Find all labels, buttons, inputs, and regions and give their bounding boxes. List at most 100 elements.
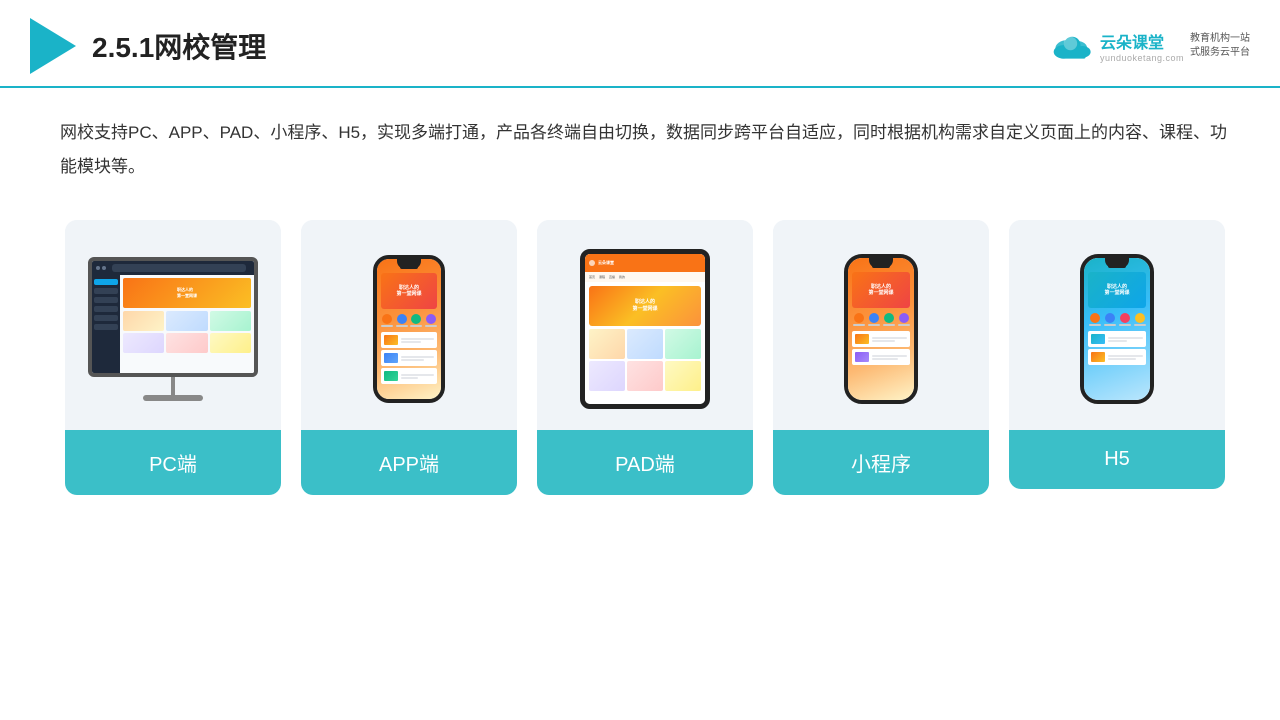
pc-sidebar-item <box>94 288 118 294</box>
phone-icon-label <box>410 325 422 327</box>
phone-icon-circle <box>397 314 407 324</box>
phone-icon-item <box>1118 313 1131 326</box>
phone-course-line <box>401 377 418 379</box>
description-text: 网校支持PC、APP、PAD、小程序、H5，实现多端打通，产品各终端自由切换，数… <box>60 116 1230 184</box>
phone-course-info <box>872 355 907 360</box>
phone-course-thumb <box>855 352 869 362</box>
pc-grid-item <box>166 311 207 331</box>
pc-dot-1 <box>96 266 100 270</box>
phone-icon-item <box>396 314 409 327</box>
tablet-banner-text: 职达人的第一堂网课 <box>632 299 657 313</box>
pc-device: 职达人的第一堂网课 <box>88 257 258 401</box>
phone-icon-label <box>1119 324 1131 326</box>
phone-banner: 职达人的第一堂网课 <box>852 272 910 308</box>
page-title: 2.5.1网校管理 <box>92 26 266 66</box>
phone-course-thumb <box>1091 334 1105 344</box>
phone-course-info <box>1108 355 1143 360</box>
card-pad: 云朵课堂 首页 课程 直播 我的 职达人的第一堂网课 <box>537 220 753 495</box>
card-miniprogram-image: 职达人的第一堂网课 <box>773 220 989 430</box>
pc-stand <box>171 377 175 395</box>
phone-icon-circle <box>1090 313 1100 323</box>
phone-banner: 职达人的第一堂网课 <box>1088 272 1146 308</box>
phone-course-item <box>381 332 437 348</box>
phone-notch <box>397 259 421 269</box>
header-left: 2.5.1网校管理 <box>30 18 266 74</box>
phone-app-device: 职达人的第一堂网课 <box>373 255 445 403</box>
phone-icon-circle <box>899 313 909 323</box>
phone-banner-text: 职达人的第一堂网课 <box>868 284 893 297</box>
phone-course-line <box>401 341 421 343</box>
cloud-icon <box>1052 30 1094 62</box>
phone-icon-item <box>410 314 423 327</box>
phone-course-thumb <box>384 335 398 345</box>
phone-icon-circle <box>1105 313 1115 323</box>
card-pad-image: 云朵课堂 首页 课程 直播 我的 职达人的第一堂网课 <box>537 220 753 430</box>
pc-base <box>143 395 203 401</box>
phone-course-item <box>852 331 910 347</box>
card-pad-label: PAD端 <box>537 430 753 495</box>
tablet-course-card <box>627 329 663 359</box>
phone-icon-circle <box>426 314 436 324</box>
pc-grid-item <box>210 311 251 331</box>
phone-icon-label <box>883 324 895 326</box>
tablet-device: 云朵课堂 首页 课程 直播 我的 职达人的第一堂网课 <box>580 249 710 409</box>
phone-screen: 职达人的第一堂网课 <box>848 258 914 400</box>
brand-url: yunduoketang.com <box>1100 53 1184 63</box>
phone-icon-item <box>882 313 895 326</box>
pc-content-area: 职达人的第一堂网课 <box>120 275 254 373</box>
card-h5: 职达人的第一堂网课 <box>1009 220 1225 489</box>
phone-course-item <box>381 350 437 366</box>
card-app: 职达人的第一堂网课 <box>301 220 517 495</box>
phone-course-info <box>401 356 434 361</box>
tablet-nav-item: 课程 <box>599 275 605 279</box>
tablet-nav-item: 我的 <box>619 275 625 279</box>
card-miniprogram-label: 小程序 <box>773 430 989 495</box>
phone-icon-label <box>1089 324 1101 326</box>
pc-sidebar-item <box>94 306 118 312</box>
phone-icon-item <box>425 314 438 327</box>
phone-grid <box>381 312 437 329</box>
phone-course-line <box>401 374 434 376</box>
phone-course-item <box>1088 331 1146 347</box>
card-pc: 职达人的第一堂网课 <box>65 220 281 495</box>
phone-screen-content: 职达人的第一堂网课 <box>377 259 441 388</box>
brand-tagline: 教育机构一站式服务云平台 <box>1190 32 1250 60</box>
phone-icon-label <box>868 324 880 326</box>
pc-grid-item <box>166 333 207 353</box>
brand-name: 云朵课堂 <box>1100 29 1164 53</box>
tablet-course-card <box>665 361 701 391</box>
phone-banner-text: 职达人的第一堂网课 <box>396 285 421 298</box>
phone-icon-circle <box>1135 313 1145 323</box>
pc-addressbar <box>112 264 246 272</box>
phone-icon-item <box>1103 313 1116 326</box>
pc-sidebar <box>92 275 120 373</box>
card-h5-image: 职达人的第一堂网课 <box>1009 220 1225 430</box>
phone-course-info <box>1108 337 1143 342</box>
phone-icon-label <box>898 324 910 326</box>
phone-icon-label <box>396 325 408 327</box>
phone-course-line <box>401 338 434 340</box>
phone-course-info <box>872 337 907 342</box>
phone-grid <box>1088 311 1146 328</box>
tablet-course-card <box>589 329 625 359</box>
tablet-course-grid <box>589 329 701 391</box>
phone-course-line <box>872 358 898 360</box>
phone-course-thumb <box>384 371 398 381</box>
phone-icon-item <box>867 313 880 326</box>
pc-banner-text: 职达人的第一堂网课 <box>177 287 197 299</box>
phone-course-thumb <box>1091 352 1105 362</box>
phone-grid <box>852 311 910 328</box>
pc-sidebar-item <box>94 297 118 303</box>
phone-notch <box>1105 258 1129 268</box>
phone-course-thumb <box>855 334 869 344</box>
pc-sidebar-item <box>94 279 118 285</box>
phone-course-line <box>1108 355 1143 357</box>
phone-course-line <box>872 337 907 339</box>
pc-dot-2 <box>102 266 106 270</box>
phone-icon-item <box>1088 313 1101 326</box>
pc-sidebar-item <box>94 324 118 330</box>
phone-course-line <box>401 359 424 361</box>
header: 2.5.1网校管理 云朵课堂 yunduoketang.com <box>0 0 1280 88</box>
phone-icon-label <box>1134 324 1146 326</box>
tablet-screen: 云朵课堂 首页 课程 直播 我的 职达人的第一堂网课 <box>585 254 705 404</box>
